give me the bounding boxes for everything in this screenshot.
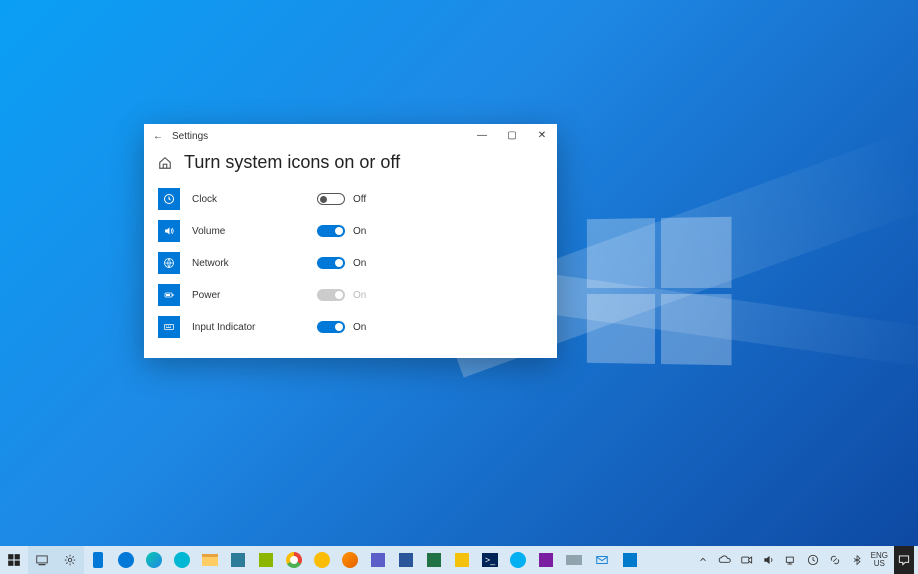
tray-language[interactable]: ENG US bbox=[871, 552, 888, 568]
taskbar: >_ ENG US bbox=[0, 546, 918, 574]
power-icon bbox=[158, 284, 180, 306]
tray-meet-now-icon[interactable] bbox=[739, 552, 755, 568]
item-clock: Clock Off bbox=[158, 187, 543, 211]
window-title: Settings bbox=[172, 131, 208, 142]
taskbar-left: >_ bbox=[0, 546, 644, 574]
tray-bluetooth-icon[interactable] bbox=[849, 552, 865, 568]
tray-link-icon[interactable] bbox=[827, 552, 843, 568]
close-button[interactable]: ✕ bbox=[527, 124, 557, 148]
taskbar-app-excel[interactable] bbox=[420, 546, 448, 574]
taskbar-app-edge[interactable] bbox=[140, 546, 168, 574]
item-input-indicator: Input Indicator On bbox=[158, 315, 543, 339]
toggle-clock[interactable] bbox=[317, 193, 345, 205]
settings-app-icon[interactable] bbox=[56, 546, 84, 574]
maximize-button[interactable]: ▢ bbox=[497, 124, 527, 148]
taskbar-app-phone[interactable] bbox=[84, 546, 112, 574]
taskbar-app-teal[interactable] bbox=[168, 546, 196, 574]
taskbar-app-notes[interactable] bbox=[448, 546, 476, 574]
taskbar-app-powershell[interactable]: >_ bbox=[476, 546, 504, 574]
taskbar-app-paint3d[interactable] bbox=[504, 546, 532, 574]
item-label: Clock bbox=[192, 194, 317, 205]
toggle-input-indicator[interactable] bbox=[317, 321, 345, 333]
tray-onedrive-icon[interactable] bbox=[717, 552, 733, 568]
toggle-power bbox=[317, 289, 345, 301]
item-label: Volume bbox=[192, 226, 317, 237]
tray-network-icon[interactable] bbox=[783, 552, 799, 568]
item-power: Power On bbox=[158, 283, 543, 307]
window-titlebar: ← Settings — ▢ ✕ bbox=[144, 124, 557, 148]
toggle-state-label: On bbox=[353, 258, 366, 269]
start-button[interactable] bbox=[0, 546, 28, 574]
page-title: Turn system icons on or off bbox=[184, 152, 400, 173]
taskbar-app-snip[interactable] bbox=[532, 546, 560, 574]
taskbar-app-edge-legacy[interactable] bbox=[112, 546, 140, 574]
taskbar-app-laptop[interactable] bbox=[560, 546, 588, 574]
settings-window: ← Settings — ▢ ✕ Turn system icons on or… bbox=[144, 124, 557, 358]
minimize-button[interactable]: — bbox=[467, 124, 497, 148]
window-content: Turn system icons on or off Clock Off Vo… bbox=[144, 148, 557, 358]
windows-logo-wallpaper bbox=[587, 217, 732, 366]
tray-overflow-icon[interactable] bbox=[695, 552, 711, 568]
tray-updates-icon[interactable] bbox=[805, 552, 821, 568]
item-label: Network bbox=[192, 258, 317, 269]
input-indicator-icon bbox=[158, 316, 180, 338]
taskbar-app-maps[interactable] bbox=[252, 546, 280, 574]
toggle-state-label: On bbox=[353, 290, 366, 301]
home-icon[interactable] bbox=[158, 156, 172, 170]
item-label: Power bbox=[192, 290, 317, 301]
network-icon bbox=[158, 252, 180, 274]
system-tray: ENG US bbox=[695, 546, 918, 574]
taskbar-app-store[interactable] bbox=[224, 546, 252, 574]
taskbar-app-canary[interactable] bbox=[308, 546, 336, 574]
back-button[interactable]: ← bbox=[144, 131, 172, 142]
taskbar-app-firefox[interactable] bbox=[336, 546, 364, 574]
toggle-state-label: On bbox=[353, 322, 366, 333]
toggle-volume[interactable] bbox=[317, 225, 345, 237]
tray-action-center-icon[interactable] bbox=[894, 546, 914, 574]
toggle-state-label: On bbox=[353, 226, 366, 237]
taskbar-app-explorer[interactable] bbox=[196, 546, 224, 574]
heading-row: Turn system icons on or off bbox=[158, 152, 543, 173]
taskbar-app-vscode[interactable] bbox=[616, 546, 644, 574]
clock-icon bbox=[158, 188, 180, 210]
taskbar-app-mail[interactable] bbox=[588, 546, 616, 574]
item-network: Network On bbox=[158, 251, 543, 275]
item-label: Input Indicator bbox=[192, 322, 317, 333]
taskbar-app-word[interactable] bbox=[392, 546, 420, 574]
item-volume: Volume On bbox=[158, 219, 543, 243]
volume-icon bbox=[158, 220, 180, 242]
tray-volume-icon[interactable] bbox=[761, 552, 777, 568]
taskbar-app-chrome[interactable] bbox=[280, 546, 308, 574]
toggle-network[interactable] bbox=[317, 257, 345, 269]
taskbar-app-todo[interactable] bbox=[364, 546, 392, 574]
taskview-button[interactable] bbox=[28, 546, 56, 574]
toggle-state-label: Off bbox=[353, 194, 366, 205]
